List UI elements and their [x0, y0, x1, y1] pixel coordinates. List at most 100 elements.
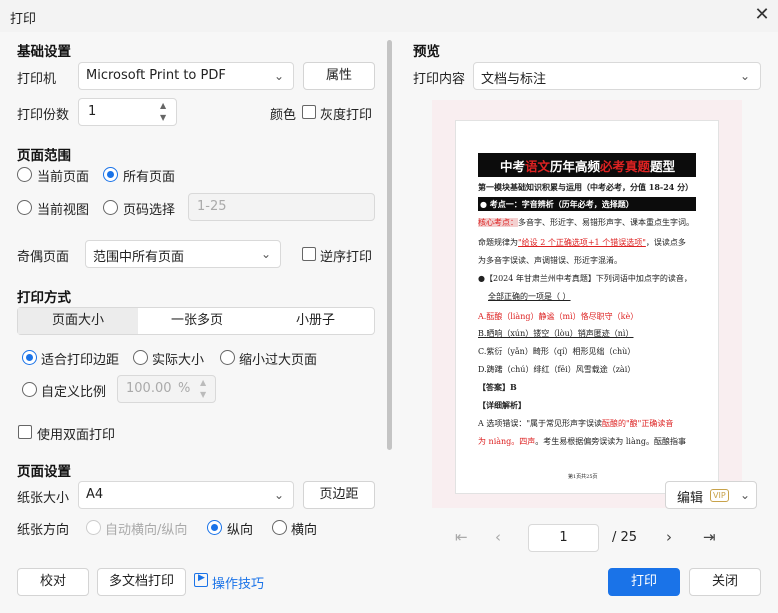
- tab-page-size[interactable]: 页面大小: [18, 308, 138, 334]
- section-basic: 基础设置: [17, 44, 71, 60]
- next-page-icon[interactable]: ›: [666, 528, 672, 546]
- tab-booklet[interactable]: 小册子: [256, 308, 375, 334]
- odd-even-select[interactable]: 范围中所有页面 ⌄: [85, 240, 281, 268]
- orientation-label: 纸张方向: [17, 523, 70, 538]
- doc-line: D.踌躇（chú）绯红（fēi）风雪载途（zài）: [478, 365, 636, 374]
- page-select-label: 页码选择: [123, 203, 176, 218]
- properties-button[interactable]: 属性: [303, 62, 375, 90]
- copies-value: 1: [88, 104, 97, 119]
- odd-even-label: 奇偶页面: [17, 250, 70, 265]
- doc-line: ●【2024 年甘肃兰州中考真题】下列词语中加点字的读音，: [478, 274, 692, 283]
- page-number-input[interactable]: 1: [528, 524, 599, 552]
- section-range: 页面范围: [17, 148, 71, 164]
- edit-button[interactable]: 编辑 VIP ⌄: [665, 481, 757, 509]
- doc-span: 命题规律为: [478, 238, 518, 247]
- tips-link[interactable]: 操作技巧: [212, 573, 264, 592]
- doc-line: 为 niàng。四声。考生易根据偏旁误读为 liàng。酝酿指事: [478, 436, 686, 447]
- play-tips-icon: ▶: [194, 573, 208, 587]
- paper-select[interactable]: A4 ⌄: [78, 481, 294, 509]
- doc-span: ，误读点多: [645, 238, 686, 247]
- section-method: 打印方式: [17, 290, 71, 306]
- doc-line: 核心考点：多音字、形近字、易错形声字、课本重点生字词。: [478, 217, 694, 228]
- edit-label: 编辑: [677, 491, 704, 506]
- doc-line: 第一模块基础知识积累与运用（中考必考，分值 18-24 分）: [478, 182, 694, 192]
- multi-doc-button[interactable]: 多文档打印: [97, 568, 186, 596]
- current-page-label: 当前页面: [37, 170, 90, 185]
- layout-tabs: 页面大小 一张多页 小册子: [17, 307, 375, 335]
- print-content-label: 打印内容: [413, 72, 466, 87]
- custom-scale-label: 自定义比例: [41, 385, 107, 400]
- doc-span: 。考生易根据偏旁误读为 liàng。酝酿指事: [535, 437, 686, 446]
- chevron-down-icon: ⌄: [261, 247, 272, 261]
- vip-badge: VIP: [710, 489, 729, 502]
- print-content-select[interactable]: 文档与标注 ⌄: [473, 62, 761, 90]
- page-range-input[interactable]: 1-25: [188, 193, 375, 221]
- preview-page: 中考语文历年高频必考真题题型 第一模块基础知识积累与运用（中考必考，分值 18-…: [455, 120, 719, 494]
- page-range-placeholder: 1-25: [197, 199, 227, 214]
- radio-current-page[interactable]: [17, 167, 32, 182]
- printer-select[interactable]: Microsoft Print to PDF ⌄: [78, 62, 294, 90]
- last-page-icon[interactable]: ⇥: [703, 528, 716, 546]
- prev-page-icon[interactable]: ‹: [495, 528, 501, 546]
- shrink-label: 缩小过大页面: [239, 353, 318, 368]
- printer-value: Microsoft Print to PDF: [86, 68, 226, 83]
- stepper-down-icon[interactable]: ▼: [160, 113, 166, 122]
- doc-title: 中考语文历年高频必考真题题型: [500, 156, 675, 175]
- doc-span: 核心考点：: [478, 218, 518, 227]
- page-total: / 25: [612, 530, 638, 545]
- odd-even-value: 范围中所有页面: [93, 250, 185, 265]
- doc-span: 酝酿: [602, 419, 618, 428]
- close-button[interactable]: 关闭: [689, 568, 761, 596]
- proofread-button[interactable]: 校对: [17, 568, 89, 596]
- radio-custom-scale[interactable]: [22, 382, 37, 397]
- chevron-down-icon: ⌄: [740, 69, 751, 83]
- doc-line: 命题规律为"给设 2 个正确选项+1 个错误选项"，误读点多: [478, 237, 686, 248]
- stepper-up-icon[interactable]: ▲: [200, 378, 206, 387]
- chevron-down-icon: ⌄: [274, 69, 285, 83]
- stepper-up-icon[interactable]: ▲: [160, 101, 166, 110]
- paper-label: 纸张大小: [17, 491, 70, 506]
- doc-line: ● 考点一：字音辨析（历年必考，选择题）: [480, 199, 634, 209]
- portrait-label: 纵向: [227, 523, 254, 538]
- radio-current-view[interactable]: [17, 200, 32, 215]
- printer-label: 打印机: [17, 72, 57, 87]
- paper-value: A4: [86, 487, 104, 502]
- radio-landscape[interactable]: [272, 520, 287, 535]
- actual-size-label: 实际大小: [152, 353, 205, 368]
- grayscale-label: 灰度打印: [320, 108, 373, 123]
- doc-line: 【详细解析】: [478, 400, 526, 410]
- radio-portrait[interactable]: [207, 520, 222, 535]
- print-button[interactable]: 打印: [608, 568, 680, 596]
- close-icon[interactable]: ✕: [750, 3, 774, 27]
- doc-footer: 第1页共25页: [568, 474, 598, 480]
- radio-fit-margin[interactable]: [22, 350, 37, 365]
- duplex-checkbox[interactable]: [18, 425, 32, 439]
- radio-actual-size[interactable]: [133, 350, 148, 365]
- doc-line: C.紫衍（yǎn）畸形（qí）相形见绌（chù）: [478, 347, 636, 356]
- settings-scrollbar[interactable]: [387, 40, 392, 450]
- doc-title-c: 历年高频: [550, 159, 601, 174]
- chevron-down-icon: ⌄: [740, 488, 751, 502]
- radio-shrink[interactable]: [220, 350, 235, 365]
- doc-span: A 选项错误："属于常见形声字误读: [478, 419, 602, 428]
- copies-label: 打印份数: [17, 108, 70, 123]
- landscape-label: 横向: [291, 523, 318, 538]
- stepper-down-icon[interactable]: ▼: [200, 390, 206, 399]
- all-pages-label: 所有页面: [123, 170, 176, 185]
- tab-multi-page[interactable]: 一张多页: [137, 308, 257, 334]
- radio-page-select[interactable]: [103, 200, 118, 215]
- radio-auto-orientation[interactable]: [86, 520, 101, 535]
- grayscale-checkbox[interactable]: [302, 105, 316, 119]
- doc-span: 多音字、形近字、易错形声字、课本重点生字词。: [518, 218, 694, 227]
- doc-line: A.酝酿（liàng）静谧（mì）恪尽职守（kè）: [478, 312, 639, 321]
- radio-all-pages[interactable]: [103, 167, 118, 182]
- doc-line: 全部正确的一项是（ ）: [488, 292, 571, 301]
- scale-stepper[interactable]: 100.00 % ▲ ▼: [117, 375, 216, 403]
- copies-stepper[interactable]: 1 ▲ ▼: [78, 98, 177, 126]
- margins-button[interactable]: 页边距: [303, 481, 375, 509]
- fit-margin-label: 适合打印边距: [41, 353, 120, 368]
- doc-line: A 选项错误："属于常见形声字误读酝酿的"酿"正确读音: [478, 418, 673, 429]
- first-page-icon[interactable]: ⇤: [455, 528, 468, 546]
- reverse-checkbox[interactable]: [302, 247, 316, 261]
- doc-title-a: 中考: [500, 159, 526, 174]
